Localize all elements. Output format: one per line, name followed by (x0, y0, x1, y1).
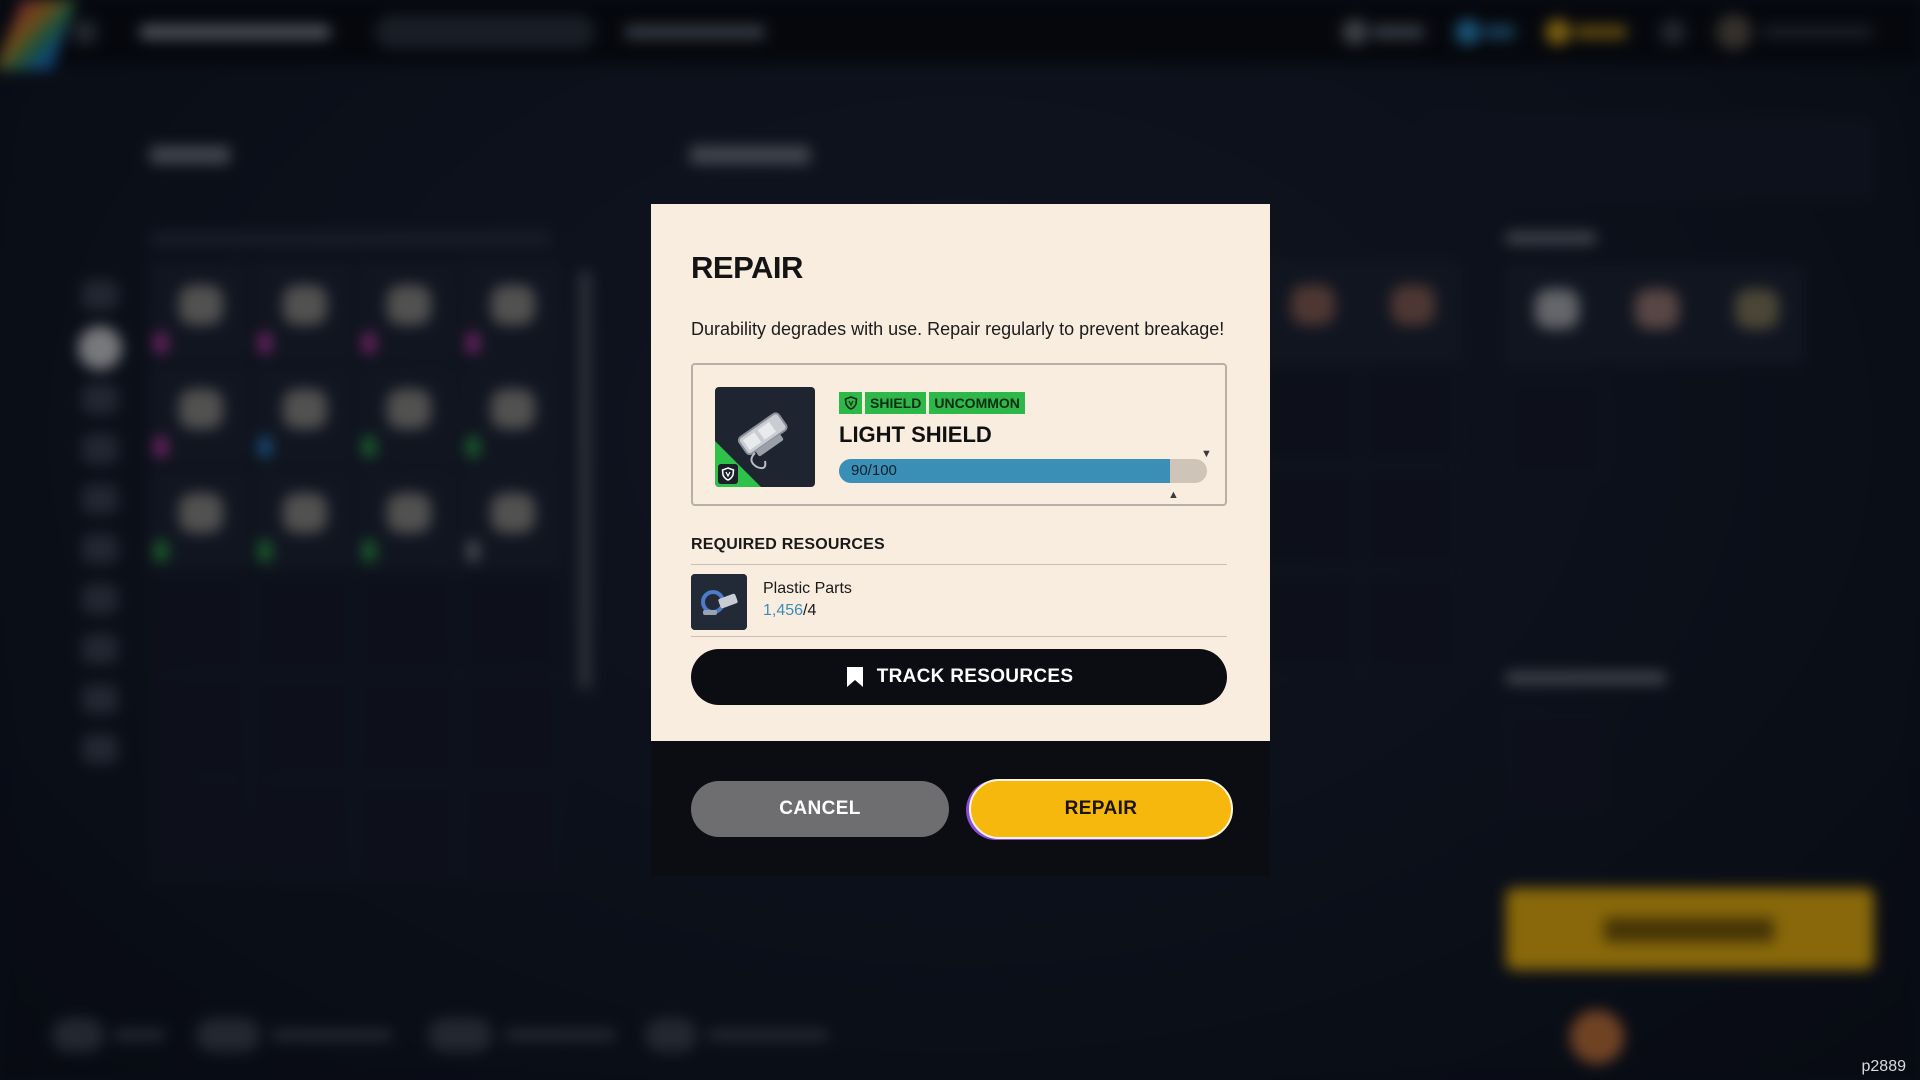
required-resources-title: REQUIRED RESOURCES (691, 536, 885, 553)
item-thumbnail (715, 387, 815, 487)
divider (691, 564, 1227, 565)
track-resources-button[interactable]: TRACK RESOURCES (691, 649, 1227, 705)
rarity-tag: UNCOMMON (929, 392, 1025, 414)
item-card: SHIELD UNCOMMON LIGHT SHIELD 90/100 ▼ ▲ (691, 363, 1227, 506)
shield-icon (839, 392, 862, 414)
watermark: p2889 (1861, 1058, 1907, 1075)
bookmark-icon (846, 667, 863, 687)
cancel-button[interactable]: CANCEL (691, 781, 949, 837)
repair-button[interactable]: REPAIR (969, 779, 1233, 839)
item-tags: SHIELD UNCOMMON (839, 392, 1025, 414)
dialog-description: Durability degrades with use. Repair reg… (691, 319, 1225, 339)
durability-bar: 90/100 (839, 459, 1207, 483)
shield-icon (718, 464, 738, 484)
category-tag: SHIELD (865, 392, 927, 414)
resource-owned: 1,456 (763, 602, 804, 619)
resource-required: 4 (807, 602, 817, 619)
item-name: LIGHT SHIELD (839, 422, 992, 447)
durability-marker-up-icon: ▲ (1168, 489, 1179, 501)
plastic-parts-image (691, 574, 747, 630)
divider (691, 636, 1227, 637)
resource-count: 1,456/4 (763, 602, 816, 620)
durability-text: 90/100 (851, 462, 897, 479)
dialog-title: REPAIR (691, 250, 803, 285)
durability-marker-down-icon: ▼ (1201, 448, 1212, 460)
dialog-actions: CANCEL REPAIR (651, 741, 1270, 876)
track-resources-label: TRACK RESOURCES (876, 666, 1074, 687)
repair-dialog: REPAIR Durability degrades with use. Rep… (651, 204, 1270, 741)
resource-name: Plastic Parts (763, 580, 852, 597)
